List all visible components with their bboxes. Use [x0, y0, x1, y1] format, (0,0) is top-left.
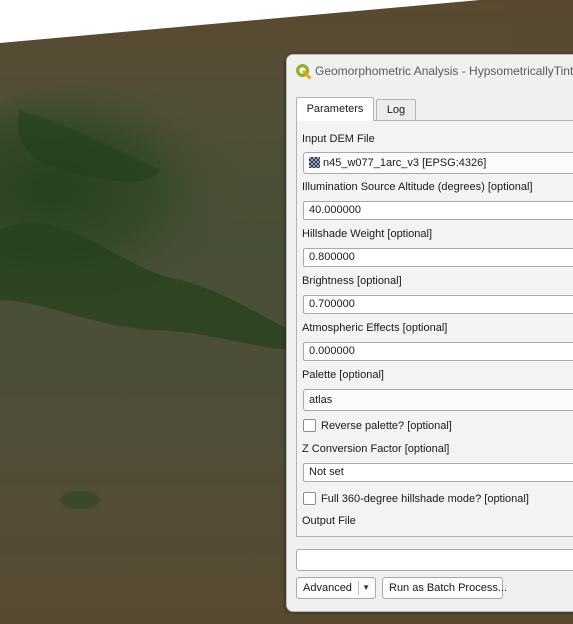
advanced-separator [358, 581, 359, 595]
reverse-palette-label: Reverse palette? [optional] [321, 420, 452, 432]
tab-log[interactable]: Log [376, 99, 416, 120]
tab-parameters[interactable]: Parameters [296, 97, 374, 121]
brightness-label: Brightness [optional] [302, 275, 402, 287]
input-dem-value: n45_w077_1arc_v3 [EPSG:4326] [323, 157, 487, 169]
input-dem-combo[interactable]: n45_w077_1arc_v3 [EPSG:4326] [303, 152, 573, 174]
chevron-down-icon[interactable]: ▼ [362, 578, 370, 598]
reverse-palette-checkbox[interactable] [303, 419, 316, 432]
dialog-titlebar[interactable]: Geomorphometric Analysis - Hypsometrical… [287, 55, 573, 87]
z-factor-label: Z Conversion Factor [optional] [302, 443, 450, 455]
hillshade-weight-label: Hillshade Weight [optional] [302, 228, 433, 240]
input-dem-label: Input DEM File [302, 133, 375, 145]
atmospheric-label: Atmospheric Effects [optional] [302, 322, 448, 334]
full-mode-label: Full 360-degree hillshade mode? [optiona… [321, 493, 529, 505]
qgis-logo-icon [296, 64, 311, 79]
brightness-input[interactable]: 0.700000 [303, 295, 573, 314]
altitude-input[interactable]: 40.000000 [303, 201, 573, 220]
altitude-label: Illumination Source Altitude (degrees) [… [302, 181, 533, 193]
raster-layer-icon [309, 157, 320, 168]
run-as-batch-button[interactable]: Run as Batch Process... [382, 577, 507, 599]
atmospheric-input[interactable]: 0.000000 [303, 342, 573, 361]
progress-bar [296, 549, 573, 571]
parameters-scroll-area[interactable]: Input DEM File n45_w077_1arc_v3 [EPSG:43… [297, 121, 573, 536]
full-mode-checkbox[interactable] [303, 492, 316, 505]
hillshade-weight-input[interactable]: 0.800000 [303, 248, 573, 267]
palette-select[interactable]: atlas [303, 389, 573, 411]
palette-label: Palette [optional] [302, 369, 384, 381]
z-factor-input[interactable]: Not set [303, 463, 573, 482]
advanced-button[interactable]: Advanced ▼ [296, 577, 376, 599]
advanced-label: Advanced [303, 582, 352, 594]
processing-dialog: Geomorphometric Analysis - Hypsometrical… [286, 54, 573, 612]
scroll-clip [297, 526, 573, 536]
parameters-pane: Input DEM File n45_w077_1arc_v3 [EPSG:43… [296, 120, 573, 537]
window-title: Geomorphometric Analysis - Hypsometrical… [315, 64, 573, 78]
